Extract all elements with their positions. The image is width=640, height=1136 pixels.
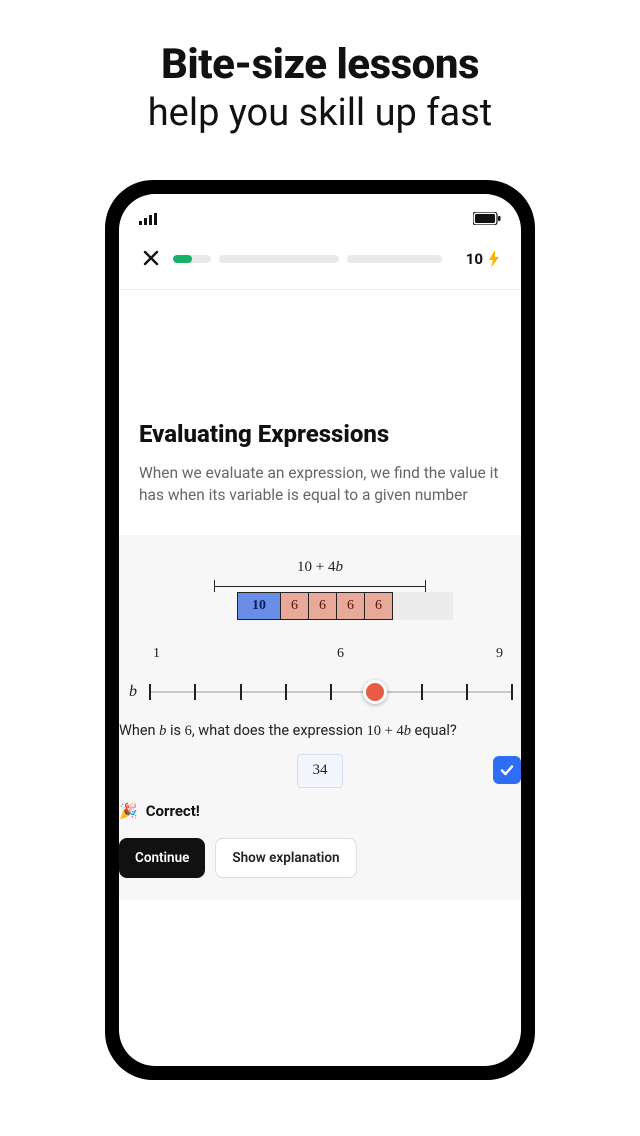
streak-count: 10 — [466, 250, 483, 268]
number-line-slider[interactable] — [149, 680, 511, 704]
progress-segment-2 — [219, 255, 339, 263]
bracket-icon — [214, 580, 426, 592]
status-bar — [119, 194, 521, 233]
hero-title: Bite-size lessons — [0, 40, 640, 89]
close-button[interactable] — [139, 243, 163, 275]
party-icon: 🎉 — [119, 802, 138, 820]
block-b-1: 6 — [281, 592, 309, 620]
progress-segment-3 — [347, 255, 442, 263]
phone-screen: 10 Evaluating Expressions When we evalua… — [119, 194, 521, 1066]
block-tail — [393, 592, 453, 620]
correct-feedback: 🎉 Correct! — [119, 802, 521, 820]
block-b-3: 6 — [337, 592, 365, 620]
block-b-4: 6 — [365, 592, 393, 620]
lesson-title: Evaluating Expressions — [139, 420, 501, 448]
block-b-2: 6 — [309, 592, 337, 620]
progress-bar — [173, 255, 456, 263]
block-diagram: 10 6 6 6 6 — [119, 592, 521, 620]
exercise-panel: 10 + 4b 10 6 6 6 6 1 6 — [119, 535, 521, 900]
block-constant: 10 — [237, 592, 281, 620]
header-divider — [119, 289, 521, 290]
number-line: 1 6 9 b — [119, 646, 521, 704]
nl-variable: b — [129, 683, 141, 701]
battery-icon — [473, 212, 501, 225]
hero-subtitle: help you skill up fast — [0, 91, 640, 135]
close-icon — [143, 247, 159, 271]
signal-icon — [139, 213, 157, 225]
lesson-header: 10 — [119, 233, 521, 289]
check-badge — [493, 756, 521, 784]
bolt-icon — [487, 250, 501, 268]
lesson-body: When we evaluate an expression, we find … — [139, 462, 501, 507]
question-text: When b is 6, what does the expression 10… — [119, 722, 521, 740]
nl-label-mid: 6 — [337, 646, 344, 662]
streak-counter: 10 — [466, 250, 501, 268]
hero-heading: Bite-size lessons help you skill up fast — [0, 0, 640, 135]
continue-button[interactable]: Continue — [119, 838, 205, 878]
nl-label-max: 9 — [496, 646, 503, 662]
phone-frame: 10 Evaluating Expressions When we evalua… — [105, 180, 535, 1080]
show-explanation-button[interactable]: Show explanation — [215, 838, 356, 878]
nl-label-min: 1 — [153, 646, 160, 662]
answer-row: 34 — [119, 754, 521, 788]
answer-input[interactable]: 34 — [297, 754, 343, 788]
slider-knob[interactable] — [363, 680, 387, 704]
formula-label: 10 + 4b — [119, 559, 521, 576]
progress-segment-1 — [173, 255, 211, 263]
correct-label: Correct! — [146, 802, 200, 820]
